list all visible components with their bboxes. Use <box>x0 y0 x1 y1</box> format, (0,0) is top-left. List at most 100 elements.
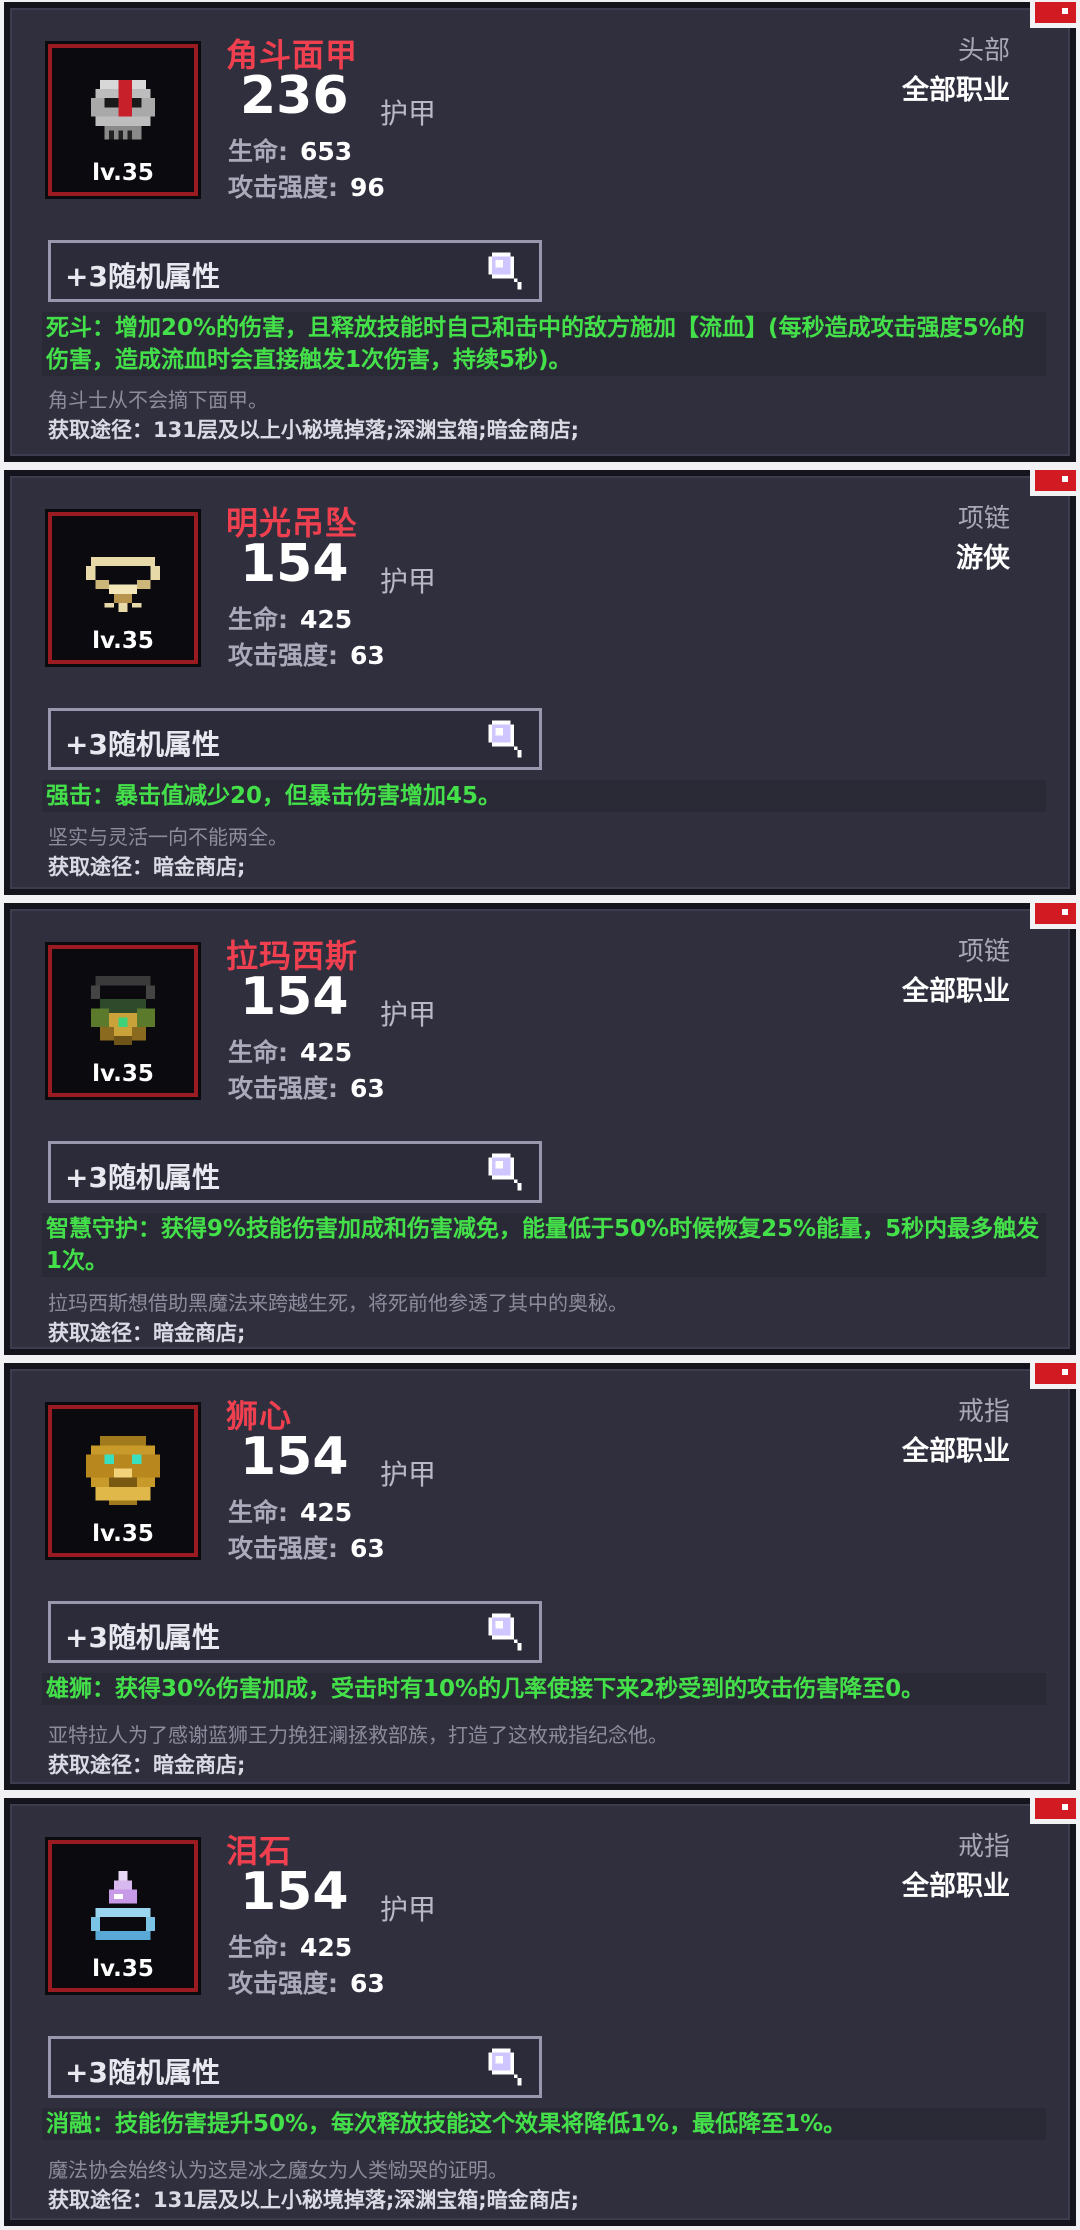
armor-label: 护甲 <box>380 1893 437 1926</box>
tear-stone-ring-icon <box>77 1862 169 1954</box>
magnifier-icon[interactable] <box>481 1150 525 1194</box>
item-level: lv.35 <box>92 628 154 654</box>
class-restriction: 全部职业 <box>902 75 1010 106</box>
class-restriction: 游侠 <box>956 543 1010 574</box>
armor-label: 护甲 <box>380 97 437 130</box>
random-attributes-button[interactable]: +3随机属性 <box>48 240 542 302</box>
random-attributes-button[interactable]: +3随机属性 <box>48 708 542 770</box>
hp-value: 425 <box>300 1498 353 1527</box>
source-text: 获取途径：131层及以上小秘境掉落;深渊宝箱;暗金商店; <box>48 2188 580 2212</box>
hp-value: 653 <box>300 137 353 166</box>
attack-label: 攻击强度: <box>228 1969 338 1998</box>
source-text: 获取途径：暗金商店; <box>48 1321 246 1345</box>
effect-text: 消融：技能伤害提升50%，每次释放技能这个效果将降低1%，最低降至1%。 <box>42 2108 1046 2140</box>
equip-slot: 项链 <box>957 937 1010 967</box>
source-text: 获取途径：暗金商店; <box>48 855 246 879</box>
magnifier-icon[interactable] <box>481 2045 525 2089</box>
item-card-ramasis[interactable]: lv.35 拉玛西斯 154 护甲 生命: 425 攻击强度: 63 项链 全部职业 +3随机属性智… <box>4 903 1076 1355</box>
corner-badge <box>1030 2 1076 28</box>
effect-text: 死斗：增加20%的伤害，且释放技能时自己和击中的敌方施加【流血】(每秒造成攻击强… <box>42 312 1046 376</box>
random-attributes-button[interactable]: +3随机属性 <box>48 2036 542 2098</box>
attack-stat: 攻击强度: 63 <box>228 636 385 672</box>
lion-heart-ring-icon <box>77 1427 169 1519</box>
attack-value: 63 <box>350 1534 385 1563</box>
attack-label: 攻击强度: <box>228 1534 338 1563</box>
hp-value: 425 <box>300 1038 353 1067</box>
random-attributes-label: +3随机属性 <box>65 2056 220 2089</box>
armor-value: 154 <box>240 534 349 594</box>
item-icon-frame[interactable]: lv.35 <box>45 1402 201 1560</box>
equip-slot: 头部 <box>957 36 1010 66</box>
flavor-text: 亚特拉人为了感谢蓝狮王力挽狂澜拯救部族，打造了这枚戒指纪念他。 <box>48 1723 668 1747</box>
item-icon-frame[interactable]: lv.35 <box>45 942 201 1100</box>
gladiator-mask-icon <box>77 66 169 158</box>
attack-value: 63 <box>350 1969 385 1998</box>
item-icon-frame[interactable]: lv.35 <box>45 41 201 199</box>
item-level: lv.35 <box>92 1521 154 1547</box>
ramasis-necklace-icon <box>77 967 169 1059</box>
magnifier-icon[interactable] <box>481 717 525 761</box>
bright-pendant-icon <box>77 534 169 626</box>
hp-label: 生命: <box>228 1038 288 1067</box>
attack-label: 攻击强度: <box>228 1074 338 1103</box>
hp-value: 425 <box>300 1933 353 1962</box>
corner-badge <box>1030 1798 1076 1824</box>
hp-stat: 生命: 653 <box>228 132 352 168</box>
random-attributes-label: +3随机属性 <box>65 1621 220 1654</box>
armor-value: 154 <box>240 967 349 1027</box>
equipment-list: lv.35 角斗面甲 236 护甲 生命: 653 攻击强度: 96 头部 全部职业 +3随机属性死… <box>0 0 1080 2230</box>
hp-label: 生命: <box>228 137 288 166</box>
armor-value: 236 <box>240 66 349 126</box>
equip-slot: 戒指 <box>957 1832 1010 1862</box>
hp-stat: 生命: 425 <box>228 1493 352 1529</box>
source-text: 获取途径：131层及以上小秘境掉落;深渊宝箱;暗金商店; <box>48 418 580 442</box>
item-icon-frame[interactable]: lv.35 <box>45 509 201 667</box>
armor-value: 154 <box>240 1427 349 1487</box>
item-level: lv.35 <box>92 1956 154 1982</box>
armor-label: 护甲 <box>380 998 437 1031</box>
class-restriction: 全部职业 <box>902 1436 1010 1467</box>
flavor-text: 魔法协会始终认为这是冰之魔女为人类恸哭的证明。 <box>48 2158 508 2182</box>
random-attributes-label: +3随机属性 <box>65 260 220 293</box>
hp-label: 生命: <box>228 1498 288 1527</box>
attack-label: 攻击强度: <box>228 173 338 202</box>
armor-label: 护甲 <box>380 1458 437 1491</box>
attack-stat: 攻击强度: 63 <box>228 1529 385 1565</box>
source-text: 获取途径：暗金商店; <box>48 1753 246 1777</box>
random-attributes-label: +3随机属性 <box>65 1161 220 1194</box>
flavor-text: 角斗士从不会摘下面甲。 <box>48 388 268 412</box>
class-restriction: 全部职业 <box>902 976 1010 1007</box>
corner-badge <box>1030 1363 1076 1389</box>
corner-badge <box>1030 903 1076 929</box>
random-attributes-label: +3随机属性 <box>65 728 220 761</box>
item-icon-frame[interactable]: lv.35 <box>45 1837 201 1995</box>
attack-value: 63 <box>350 641 385 670</box>
attack-value: 63 <box>350 1074 385 1103</box>
flavor-text: 坚实与灵活一向不能两全。 <box>48 825 288 849</box>
attack-stat: 攻击强度: 63 <box>228 1964 385 2000</box>
armor-value: 154 <box>240 1862 349 1922</box>
item-card-lion-heart[interactable]: lv.35 狮心 154 护甲 生命: 425 攻击强度: 63 戒指 全部职业 +3随机属性 雄狮：… <box>4 1363 1076 1790</box>
armor-label: 护甲 <box>380 565 437 598</box>
item-card-gladiator-mask[interactable]: lv.35 角斗面甲 236 护甲 生命: 653 攻击强度: 96 头部 全部职业 +3随机属性死… <box>4 2 1076 462</box>
effect-text: 雄狮：获得30%伤害加成，受击时有10%的几率使接下来2秒受到的攻击伤害降至0。 <box>42 1673 1046 1705</box>
attack-label: 攻击强度: <box>228 641 338 670</box>
random-attributes-button[interactable]: +3随机属性 <box>48 1601 542 1663</box>
corner-badge <box>1030 470 1076 496</box>
attack-stat: 攻击强度: 96 <box>228 168 385 204</box>
attack-value: 96 <box>350 173 385 202</box>
item-card-bright-pendant[interactable]: lv.35 明光吊坠 154 护甲 生命: 425 攻击强度: 63 项链 游侠 +3随机属性 强击：… <box>4 470 1076 895</box>
effect-text: 强击：暴击值减少20，但暴击伤害增加45。 <box>42 780 1046 812</box>
hp-stat: 生命: 425 <box>228 1928 352 1964</box>
hp-stat: 生命: 425 <box>228 1033 352 1069</box>
equip-slot: 项链 <box>957 504 1010 534</box>
item-level: lv.35 <box>92 160 154 186</box>
magnifier-icon[interactable] <box>481 1610 525 1654</box>
effect-text: 智慧守护：获得9%技能伤害加成和伤害减免，能量低于50%时候恢复25%能量，5秒… <box>42 1213 1046 1277</box>
hp-label: 生命: <box>228 605 288 634</box>
equip-slot: 戒指 <box>957 1397 1010 1427</box>
class-restriction: 全部职业 <box>902 1871 1010 1902</box>
item-card-tear-stone[interactable]: lv.35 泪石 154 护甲 生命: 425 攻击强度: 63 戒指 全部职业 +3随机属性 消融：… <box>4 1798 1076 2226</box>
random-attributes-button[interactable]: +3随机属性 <box>48 1141 542 1203</box>
magnifier-icon[interactable] <box>481 249 525 293</box>
